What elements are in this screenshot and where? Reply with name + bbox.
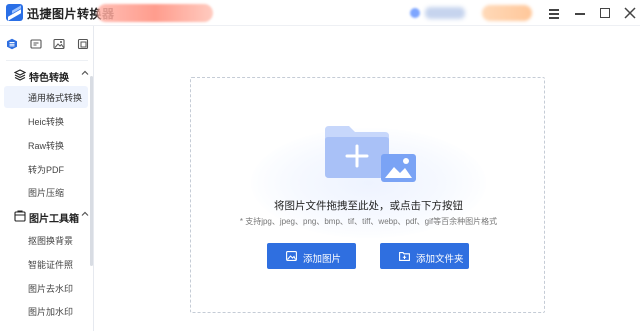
- sidebar-item-id-photo[interactable]: 智能证件照: [4, 253, 88, 275]
- add-folder-button[interactable]: 添加文件夹: [380, 243, 469, 269]
- folder-image-icon: [325, 126, 416, 182]
- sidebar-item-add-watermark[interactable]: 图片加水印: [4, 300, 88, 322]
- quick-tools-bar: [0, 34, 94, 56]
- sidebar: 特色转换 通用格式转换 Heic转换 Raw转换 转为PDF 图片压缩 图片工具…: [0, 26, 94, 331]
- user-avatar[interactable]: [410, 8, 420, 18]
- convert-icon[interactable]: [30, 38, 42, 50]
- sidebar-item-heic-convert[interactable]: Heic转换: [4, 110, 88, 132]
- user-name[interactable]: [425, 7, 465, 19]
- toolbox-icon: [14, 210, 26, 222]
- sidebar-item-raw-convert[interactable]: Raw转换: [4, 134, 88, 156]
- file-drop-zone[interactable]: 将图片文件拖拽至此处，或点击下方按钮 * 支持jpg、jpeg、png、bmp、…: [190, 77, 545, 313]
- drop-instruction: 将图片文件拖拽至此处，或点击下方按钮: [274, 200, 463, 212]
- menu-icon[interactable]: [545, 4, 563, 22]
- sidebar-item-general-convert[interactable]: 通用格式转换: [4, 86, 88, 108]
- maximize-icon[interactable]: [596, 4, 614, 22]
- add-image-button[interactable]: 添加图片: [267, 243, 356, 269]
- sidebar-item-remove-watermark[interactable]: 图片去水印: [4, 277, 88, 299]
- home-icon[interactable]: [6, 38, 18, 50]
- layers-icon: [14, 69, 26, 81]
- image-icon: [286, 251, 297, 261]
- minimize-icon[interactable]: [571, 4, 589, 22]
- sidebar-item-compress[interactable]: 图片压缩: [4, 181, 88, 203]
- sidebar-scrollbar[interactable]: [90, 76, 93, 266]
- sidebar-group-label: 图片工具箱: [29, 214, 79, 225]
- sidebar-group-label: 特色转换: [29, 73, 69, 84]
- app-logo: [6, 4, 23, 21]
- sidebar-group-toolbox[interactable]: 图片工具箱: [0, 207, 94, 227]
- chevron-up-icon[interactable]: [81, 210, 89, 220]
- supported-formats-hint: * 支持jpg、jpeg、png、bmp、tif、tiff、webp、pdf、g…: [239, 217, 498, 226]
- sidebar-item-to-pdf[interactable]: 转为PDF: [4, 158, 88, 180]
- main-content: 将图片文件拖拽至此处，或点击下方按钮 * 支持jpg、jpeg、png、bmp、…: [95, 26, 640, 331]
- vip-badge[interactable]: [482, 5, 532, 21]
- sidebar-divider: [6, 60, 88, 61]
- close-icon[interactable]: [621, 4, 639, 22]
- image-icon[interactable]: [53, 38, 65, 50]
- promo-banner[interactable]: [97, 4, 213, 22]
- crop-icon[interactable]: [77, 38, 89, 50]
- title-bar: 迅捷图片转换器: [0, 0, 640, 26]
- sidebar-group-special-convert[interactable]: 特色转换: [0, 66, 94, 86]
- sidebar-item-cutout-background[interactable]: 抠图换背景: [4, 229, 88, 251]
- chevron-up-icon[interactable]: [81, 69, 89, 79]
- folder-add-icon: [399, 252, 410, 261]
